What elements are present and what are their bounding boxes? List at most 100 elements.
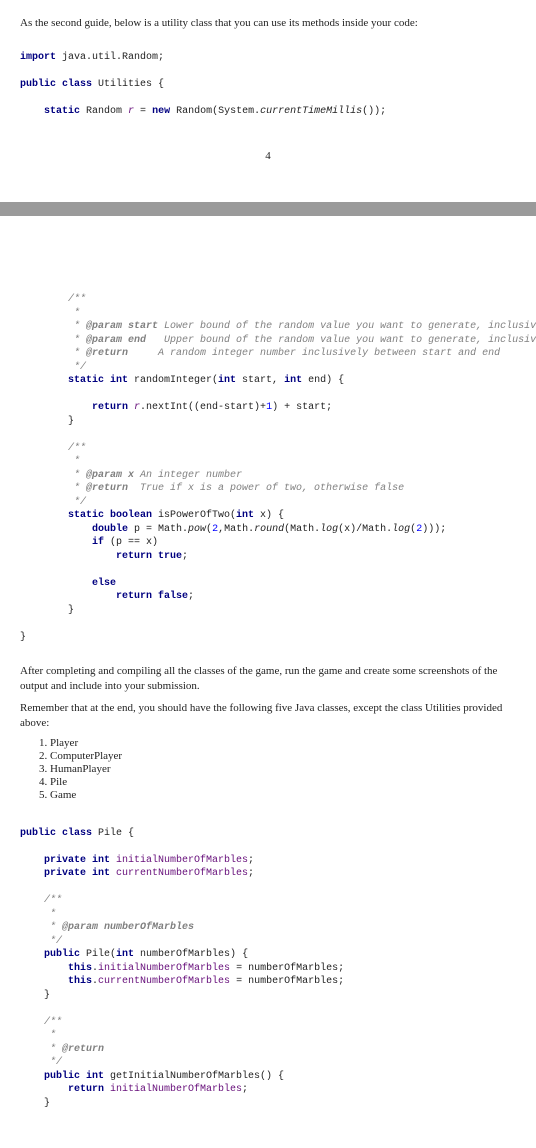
kw: int xyxy=(236,510,260,521)
comment: * xyxy=(20,456,80,467)
comment: /** xyxy=(20,294,86,305)
kw: private int xyxy=(44,855,116,866)
document-page-2: /** * * @param start Lower bound of the … xyxy=(0,266,536,1148)
c: * xyxy=(68,348,86,359)
txt: currentTimeMillis xyxy=(260,106,362,117)
txt: pow xyxy=(188,524,206,535)
p: end xyxy=(128,335,164,346)
kw: int xyxy=(116,949,140,960)
txt: Pile( xyxy=(86,949,116,960)
kw: import xyxy=(20,52,62,63)
class-list: Player ComputerPlayer HumanPlayer Pile G… xyxy=(50,737,516,801)
kw: else xyxy=(20,578,116,589)
comment: */ xyxy=(20,362,86,373)
kw: static xyxy=(44,106,86,117)
txt: Utilities { xyxy=(98,79,164,90)
txt: round xyxy=(254,524,284,535)
txt: ) + start; xyxy=(272,402,332,413)
txt: Random(System. xyxy=(176,106,260,117)
kw: return true xyxy=(116,551,182,562)
txt: start, xyxy=(242,375,284,386)
d: Lower bound of the random value you want… xyxy=(164,321,536,332)
list-item: HumanPlayer xyxy=(50,763,516,775)
kw: double xyxy=(92,524,134,535)
txt: java.util.Random; xyxy=(62,52,164,63)
d: Upper bound of the random value you want… xyxy=(164,335,536,346)
txt: } xyxy=(20,605,74,616)
txt: Pile { xyxy=(98,828,134,839)
txt: ()); xyxy=(362,106,386,117)
txt: } xyxy=(20,1098,50,1109)
txt: = numberOfMarbles; xyxy=(236,963,344,974)
t: @param xyxy=(86,321,128,332)
txt: = numberOfMarbles; xyxy=(236,976,344,987)
p: x xyxy=(128,470,140,481)
kw: this xyxy=(68,976,92,987)
list-item: Player xyxy=(50,737,516,749)
t: @return xyxy=(86,348,158,359)
txt: ; xyxy=(242,1084,248,1095)
kw: public class xyxy=(20,828,98,839)
c: * xyxy=(68,483,86,494)
txt: randomInteger( xyxy=(134,375,218,386)
intro-text: As the second guide, below is a utility … xyxy=(20,16,516,31)
txt: (x)/Math. xyxy=(338,524,392,535)
t: @return xyxy=(86,483,140,494)
txt: = xyxy=(140,106,152,117)
kw: return xyxy=(92,402,134,413)
kw: int xyxy=(218,375,242,386)
kw: public int xyxy=(44,1071,110,1082)
kw: new xyxy=(152,106,176,117)
txt: (Math. xyxy=(284,524,320,535)
code-block-utilities-header: import java.util.Random; public class Ut… xyxy=(20,37,516,132)
list-item: ComputerPlayer xyxy=(50,750,516,762)
txt: ; xyxy=(182,551,188,562)
kw: if xyxy=(92,537,110,548)
c: * xyxy=(68,335,86,346)
c: * xyxy=(68,470,86,481)
comment: * xyxy=(20,909,56,920)
document-page: As the second guide, below is a utility … xyxy=(0,0,536,190)
c: * xyxy=(44,1044,62,1055)
txt: ; xyxy=(188,591,194,602)
txt: isPowerOfTwo( xyxy=(158,510,236,521)
txt: ))); xyxy=(422,524,446,535)
d: A random integer number inclusively betw… xyxy=(158,348,500,359)
field: initialNumberOfMarbles xyxy=(116,855,248,866)
txt: log xyxy=(320,524,338,535)
comment: /** xyxy=(20,1017,62,1028)
field: initialNumberOfMarbles xyxy=(110,1084,242,1095)
txt: numberOfMarbles) { xyxy=(140,949,248,960)
txt: (p == x) xyxy=(110,537,158,548)
field: currentNumberOfMarbles xyxy=(116,868,248,879)
txt: } xyxy=(20,990,50,1001)
txt: .nextInt((end-start)+ xyxy=(140,402,266,413)
kw: return xyxy=(68,1084,110,1095)
p: numberOfMarbles xyxy=(104,922,194,933)
t: @return xyxy=(62,1044,104,1055)
kw: this xyxy=(68,963,92,974)
comment: * xyxy=(20,1030,56,1041)
comment: * xyxy=(20,308,80,319)
kw: public xyxy=(44,949,86,960)
page-divider xyxy=(0,202,536,216)
kw: static boolean xyxy=(68,510,158,521)
txt: } xyxy=(20,416,74,427)
txt: Random xyxy=(86,106,128,117)
field: r xyxy=(128,106,140,117)
d: True if x is a power of two, otherwise f… xyxy=(140,483,404,494)
comment: */ xyxy=(20,1057,62,1068)
field: currentNumberOfMarbles xyxy=(98,976,236,987)
txt: } xyxy=(20,632,26,643)
kw: public class xyxy=(20,79,98,90)
p: start xyxy=(128,321,164,332)
txt: getInitialNumberOfMarbles() { xyxy=(110,1071,284,1082)
txt: ; xyxy=(248,855,254,866)
code-block-utilities-body: /** * * @param start Lower bound of the … xyxy=(20,280,516,658)
d: An integer number xyxy=(140,470,242,481)
comment: */ xyxy=(20,497,86,508)
t: @param xyxy=(62,922,104,933)
kw: return false xyxy=(116,591,188,602)
txt: ,Math. xyxy=(218,524,254,535)
list-item: Game xyxy=(50,789,516,801)
